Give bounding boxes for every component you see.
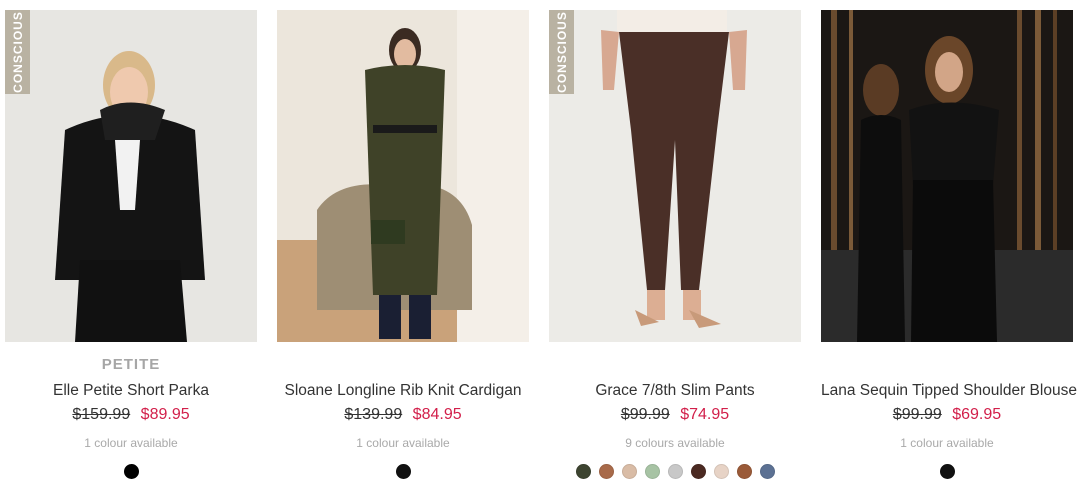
sale-price: $89.95: [140, 406, 190, 423]
colour-swatch[interactable]: [395, 464, 411, 479]
colour-count: 1 colour available: [84, 436, 178, 450]
conscious-badge: CONSCIOUS: [5, 10, 30, 94]
colour-swatch[interactable]: [667, 464, 683, 479]
product-prices: $99.99 $74.95: [549, 406, 801, 424]
colour-swatches: [5, 464, 257, 479]
product-tag: [821, 356, 1073, 376]
product-card[interactable]: Sloane Longline Rib Knit Cardigan $139.9…: [277, 10, 529, 479]
conscious-badge: CONSCIOUS: [549, 10, 574, 94]
product-image[interactable]: [821, 10, 1073, 342]
colour-swatch[interactable]: [690, 464, 706, 479]
colour-swatches: [549, 464, 801, 479]
original-price: $99.99: [892, 406, 942, 423]
product-card[interactable]: CONSCIOUS PETITE Elle Petite Short Parka…: [5, 10, 257, 479]
product-name[interactable]: Sloane Longline Rib Knit Cardigan: [277, 382, 529, 400]
product-image[interactable]: CONSCIOUS: [549, 10, 801, 342]
product-tag: PETITE: [101, 356, 161, 373]
product-prices: $139.99 $84.95: [277, 406, 529, 424]
product-image[interactable]: CONSCIOUS: [5, 10, 257, 342]
sale-price: $74.95: [680, 406, 730, 423]
product-name[interactable]: Lana Sequin Tipped Shoulder Blouse: [821, 382, 1077, 400]
product-card[interactable]: Lana Sequin Tipped Shoulder Blouse $99.9…: [821, 10, 1077, 479]
sale-price: $69.95: [952, 406, 1002, 423]
product-card[interactable]: CONSCIOUS Grace 7/8th Slim Pants $99.99 …: [549, 10, 801, 479]
colour-swatch[interactable]: [759, 464, 775, 479]
colour-swatch[interactable]: [713, 464, 729, 479]
product-name[interactable]: Elle Petite Short Parka: [5, 382, 257, 400]
original-price: $139.99: [344, 406, 403, 423]
colour-swatch[interactable]: [575, 464, 591, 479]
colour-count: 1 colour available: [900, 436, 994, 450]
colour-count: 9 colours available: [625, 436, 725, 450]
original-price: $99.99: [620, 406, 670, 423]
product-prices: $99.99 $69.95: [821, 406, 1073, 424]
colour-count: 1 colour available: [356, 436, 450, 450]
colour-swatch[interactable]: [598, 464, 614, 479]
colour-swatch[interactable]: [123, 464, 139, 479]
colour-swatch[interactable]: [736, 464, 752, 479]
product-tag: [549, 356, 801, 376]
sale-price: $84.95: [412, 406, 462, 423]
colour-swatches: [821, 464, 1073, 479]
product-prices: $159.99 $89.95: [5, 406, 257, 424]
product-image[interactable]: [277, 10, 529, 342]
original-price: $159.99: [72, 406, 131, 423]
colour-swatch[interactable]: [621, 464, 637, 479]
colour-swatch[interactable]: [939, 464, 955, 479]
product-grid: CONSCIOUS PETITE Elle Petite Short Parka…: [0, 0, 1080, 504]
colour-swatches: [277, 464, 529, 479]
colour-swatch[interactable]: [644, 464, 660, 479]
product-tag: [277, 356, 529, 376]
product-name[interactable]: Grace 7/8th Slim Pants: [549, 382, 801, 400]
